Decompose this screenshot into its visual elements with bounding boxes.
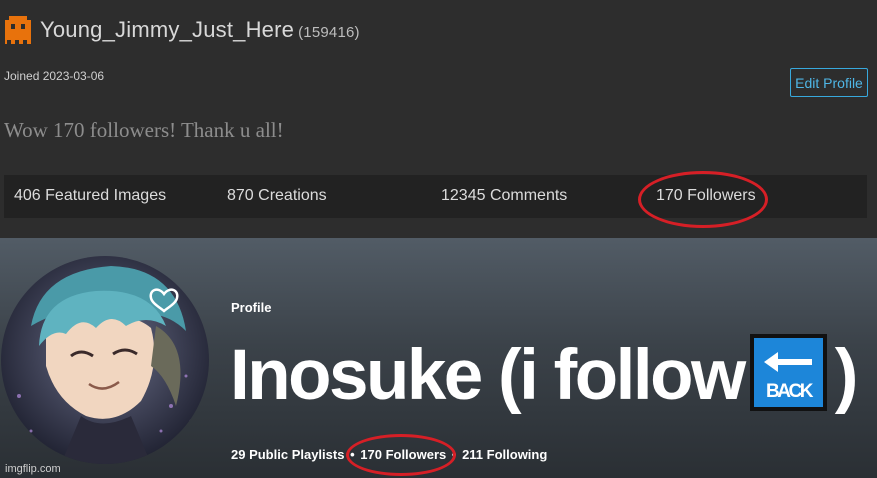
public-playlists-link[interactable]: 29 Public Playlists [231, 447, 344, 462]
display-name-close-paren: ) [834, 336, 859, 415]
pixel-ghost-icon [5, 16, 31, 44]
profile-meta-row: 29 Public Playlists • 170 Followers • 21… [231, 447, 547, 462]
display-name-text: Inosuke (i follow [230, 336, 746, 415]
imgflip-watermark: imgflip.com [5, 463, 61, 475]
profile-display-name: Inosuke (i follow BACK ) [230, 334, 858, 411]
imgflip-profile-panel: Young_Jimmy_Just_Here (159416) Joined 202… [0, 0, 877, 238]
user-points: (159416) [298, 24, 360, 41]
username: Young_Jimmy_Just_Here (159416) [40, 17, 360, 43]
separator-dot: • [350, 447, 355, 462]
profile-bio: Wow 170 followers! Thank u all! [4, 118, 284, 142]
back-arrow-emoji-icon: BACK [749, 334, 827, 411]
separator-dot: • [451, 447, 457, 462]
followers-link[interactable]: 170 Followers [360, 447, 446, 462]
profile-stats-bar: 406 Featured Images 870 Creations 12345 … [4, 175, 867, 218]
stat-featured-images[interactable]: 406 Featured Images [14, 187, 166, 205]
stat-creations[interactable]: 870 Creations [227, 187, 327, 205]
profile-type-label: Profile [231, 300, 272, 315]
stat-followers[interactable]: 170 Followers [656, 187, 756, 205]
profile-avatar [1, 256, 209, 464]
spotify-profile-panel: Profile Inosuke (i follow BACK ) 29 Publ… [0, 238, 877, 478]
stat-comments[interactable]: 12345 Comments [441, 187, 567, 205]
joined-date: Joined 2023-03-06 [4, 69, 105, 83]
username-text: Young_Jimmy_Just_Here [40, 17, 295, 42]
back-emoji-text: BACK [766, 381, 814, 402]
following-link[interactable]: 211 Following [462, 447, 547, 462]
edit-profile-button[interactable]: Edit Profile [790, 68, 868, 97]
